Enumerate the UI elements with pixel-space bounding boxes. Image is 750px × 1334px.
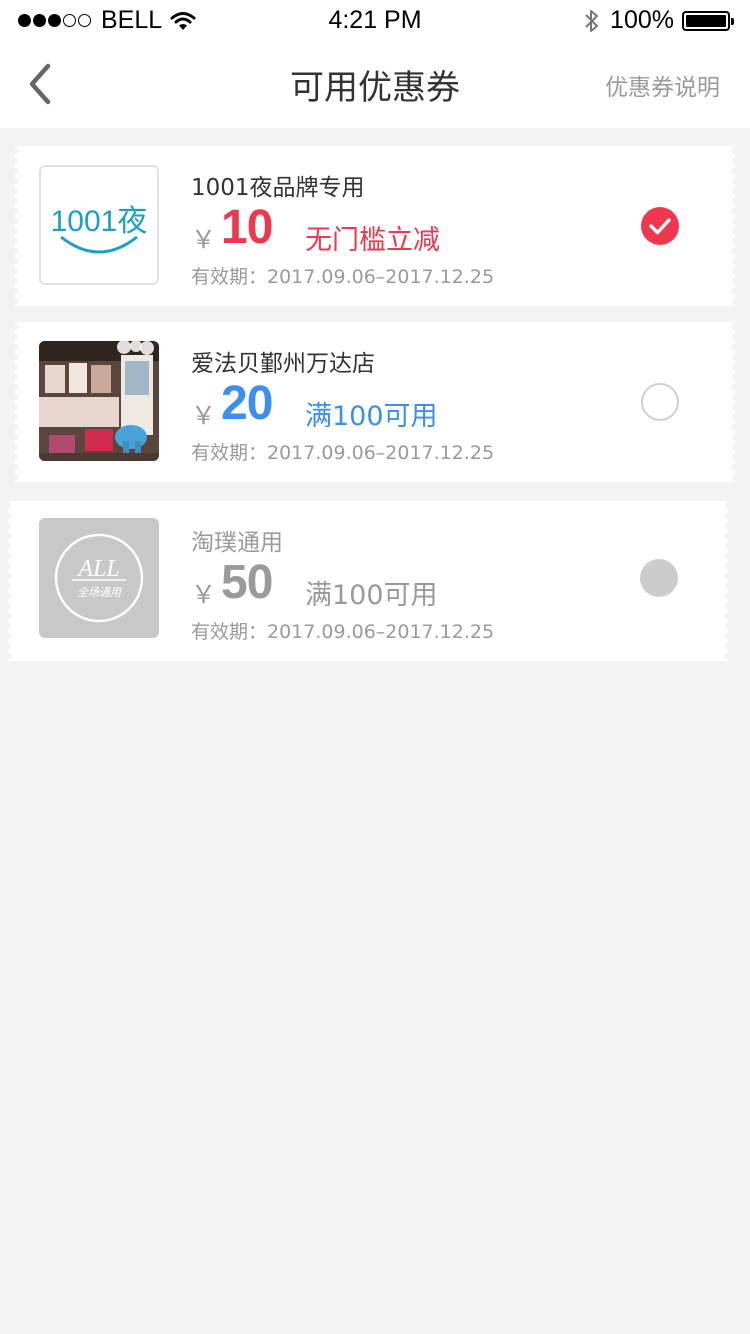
- back-button[interactable]: [22, 58, 62, 110]
- coupon-rule: 满100可用: [305, 401, 438, 432]
- coupon-validity: 有效期：2017.09.06–2017.12.25: [191, 442, 495, 464]
- coupon-validity: 有效期：2017.09.06–2017.12.25: [191, 621, 495, 643]
- coupon-title: 1001夜品牌专用: [191, 175, 365, 201]
- battery-percentage: 100%: [610, 6, 674, 34]
- all-store-badge: ALL 全场通用: [54, 533, 144, 623]
- coupon-rule: 无门槛立减: [305, 225, 440, 256]
- logo-text: 1001夜: [51, 205, 148, 238]
- coupon-select-radio[interactable]: [641, 383, 679, 421]
- currency-symbol: ￥: [191, 580, 217, 609]
- currency-symbol: ￥: [191, 225, 217, 254]
- status-right: 100%: [584, 6, 734, 35]
- battery-icon: [682, 10, 734, 31]
- coupon-title: 淘璞通用: [191, 530, 283, 556]
- currency-symbol: ￥: [191, 401, 217, 430]
- coupon-select-radio: [640, 559, 678, 597]
- check-icon: [649, 218, 671, 235]
- navigation-bar: 可用优惠券 优惠券说明: [0, 40, 750, 128]
- all-store-logo: ALL 全场通用: [39, 518, 159, 638]
- coupon-card[interactable]: ALL 全场通用 淘璞通用 ￥ 50 满100可用 有效期：2017.09.06…: [4, 501, 732, 661]
- battery-cap: [731, 17, 734, 25]
- battery-fill: [686, 14, 726, 27]
- store-photo: [39, 341, 159, 461]
- all-logo-text: ALL: [76, 556, 119, 582]
- coupon-amount: 50: [221, 556, 273, 609]
- coupon-card[interactable]: 1001夜 1001夜品牌专用 ￥ 10 无门槛立减 有效期：2017.09.0…: [11, 146, 739, 306]
- coupon-title: 爱法贝鄞州万达店: [191, 351, 375, 377]
- coupon-amount: 10: [221, 201, 273, 254]
- coupon-validity: 有效期：2017.09.06–2017.12.25: [191, 266, 495, 288]
- coupon-card[interactable]: 爱法贝鄞州万达店 ￥ 20 满100可用 有效期：2017.09.06–2017…: [11, 322, 739, 482]
- status-bar: BELL 4:21 PM 100%: [0, 0, 750, 40]
- coupon-rule: 满100可用: [305, 580, 438, 611]
- bluetooth-icon: [585, 9, 599, 32]
- store-image: [39, 341, 159, 461]
- logo-1001-image: 1001夜: [51, 205, 148, 254]
- brand-logo-1001: 1001夜: [39, 165, 159, 285]
- coupon-amount: 20: [221, 377, 273, 430]
- coupon-select-radio[interactable]: [641, 207, 679, 245]
- coupon-info-link[interactable]: 优惠券说明: [605, 68, 720, 102]
- chevron-left-icon: [29, 63, 51, 105]
- all-logo-subtext: 全场通用: [77, 586, 122, 599]
